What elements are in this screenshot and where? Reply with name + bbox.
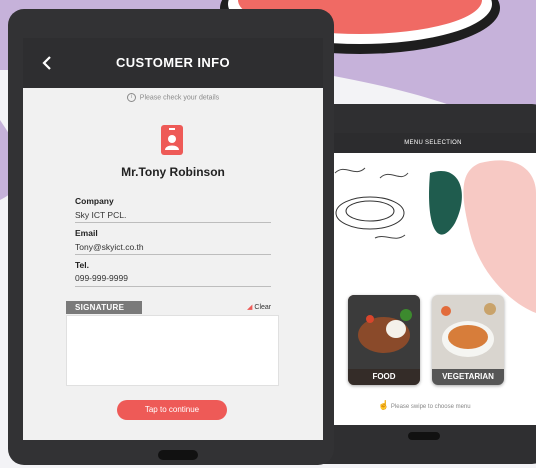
vegetarian-photo (432, 295, 504, 369)
divider (75, 286, 271, 287)
menu-tablet-home-button[interactable] (408, 432, 440, 440)
tel-label: Tel. (75, 260, 90, 270)
hint-row: i Please check your details (23, 93, 323, 102)
email-value: Tony@skyict.co.th (75, 242, 144, 252)
hand-swipe-icon: ☝ (378, 400, 390, 410)
card-label-vegetarian: VEGETARIAN (432, 369, 504, 385)
clear-label: Clear (254, 304, 272, 311)
food-photo (348, 295, 420, 369)
eraser-icon: ◢ (247, 304, 253, 311)
swipe-hint: ☝ Please swipe to choose menu (378, 400, 471, 411)
divider (75, 222, 271, 223)
hint-text: Please check your details (139, 94, 220, 102)
signature-tab: SIGNATURE (66, 301, 142, 314)
menu-card-food[interactable]: FOOD (348, 295, 420, 385)
page-title: CUSTOMER INFO (115, 55, 231, 70)
swipe-hint-text: Please swipe to choose menu (390, 404, 471, 410)
info-icon: i (126, 93, 136, 102)
email-label: Email (75, 228, 98, 238)
customer-tablet-home-button[interactable] (158, 450, 198, 460)
customer-name: Mr.Tony Robinson (121, 165, 225, 179)
header-bar: CUSTOMER INFO (23, 38, 323, 88)
id-badge-icon (161, 125, 183, 155)
company-value: Sky ICT PCL. (75, 210, 127, 220)
menu-screen: MENU SELECTION FOOD VEGETARIAN (330, 133, 536, 425)
divider (75, 254, 271, 255)
menu-title: MENU SELECTION (330, 133, 536, 153)
card-label-food: FOOD (348, 369, 420, 385)
menu-card-vegetarian[interactable]: VEGETARIAN (432, 295, 504, 385)
clear-button[interactable]: ◢ Clear (247, 303, 271, 311)
customer-screen: CUSTOMER INFO i Please check your details… (23, 38, 323, 440)
signature-pad[interactable] (66, 315, 279, 386)
tel-value: 099-999-9999 (75, 273, 128, 283)
company-label: Company (75, 196, 114, 206)
continue-button[interactable]: Tap to continue (117, 400, 227, 420)
